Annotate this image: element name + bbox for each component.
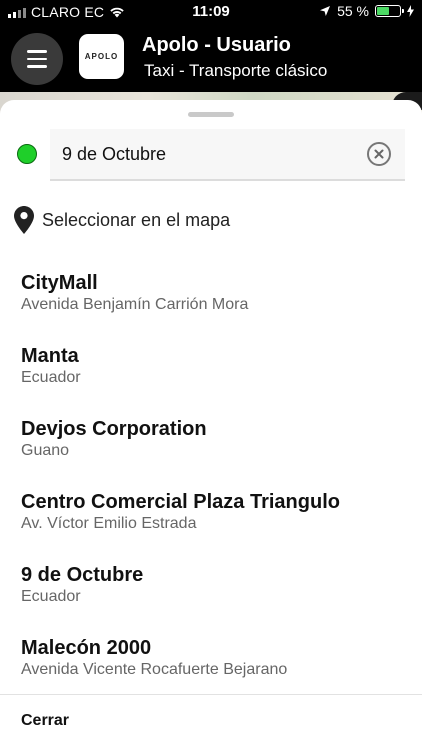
- place-name: Centro Comercial Plaza Triangulo: [21, 491, 340, 513]
- place-address: Ecuador: [21, 369, 81, 386]
- close-button[interactable]: Cerrar: [21, 712, 69, 730]
- divider: [0, 694, 422, 695]
- place-name: CityMall: [21, 272, 98, 294]
- battery-icon: [375, 5, 404, 17]
- app-title: Apolo - Usuario: [142, 34, 291, 56]
- clear-search-button[interactable]: [367, 142, 391, 166]
- list-item[interactable]: CityMall Avenida Benjamín Carrión Mora: [0, 271, 422, 344]
- battery-level: [377, 7, 389, 15]
- battery-percent: 55 %: [337, 3, 369, 19]
- select-on-map-button[interactable]: Seleccionar en el mapa: [14, 206, 230, 234]
- place-name: Malecón 2000: [21, 637, 152, 659]
- status-bar: CLARO EC 11:09 55 %: [0, 0, 422, 24]
- list-item[interactable]: Manta Ecuador: [0, 344, 422, 417]
- place-address: Avenida Benjamín Carrión Mora: [21, 296, 249, 313]
- menu-button[interactable]: [11, 33, 63, 85]
- search-box[interactable]: [50, 129, 405, 181]
- origin-dot-icon: [17, 144, 37, 164]
- search-results-list: CityMall Avenida Benjamín Carrión Mora M…: [0, 271, 422, 709]
- location-arrow-icon: [320, 6, 331, 16]
- list-item[interactable]: Malecón 2000 Avenida Vicente Rocafuerte …: [0, 636, 422, 709]
- place-address: Av. Víctor Emilio Estrada: [21, 515, 197, 532]
- app-logo: APOLO: [79, 34, 124, 79]
- place-name: Manta: [21, 345, 79, 367]
- place-name: Devjos Corporation: [21, 418, 207, 440]
- app-header: APOLO Apolo - Usuario Taxi - Transporte …: [0, 24, 422, 94]
- clear-icon: [374, 149, 384, 159]
- destination-search-sheet: Seleccionar en el mapa CityMall Avenida …: [0, 100, 422, 750]
- list-item[interactable]: Centro Comercial Plaza Triangulo Av. Víc…: [0, 490, 422, 563]
- list-item[interactable]: 9 de Octubre Ecuador: [0, 563, 422, 636]
- map-pin-icon: [14, 206, 34, 234]
- service-subtitle: Taxi - Transporte clásico: [144, 61, 328, 80]
- select-on-map-label: Seleccionar en el mapa: [42, 209, 231, 230]
- place-address: Avenida Vicente Rocafuerte Bejarano: [21, 661, 288, 678]
- place-address: Guano: [21, 442, 70, 459]
- place-address: Ecuador: [21, 588, 81, 605]
- list-item[interactable]: Devjos Corporation Guano: [0, 417, 422, 490]
- charging-bolt-icon: [407, 5, 414, 17]
- destination-search-input[interactable]: [62, 129, 352, 179]
- hamburger-menu-icon: [27, 50, 47, 53]
- sheet-drag-handle[interactable]: [188, 112, 234, 117]
- place-name: 9 de Octubre: [21, 564, 144, 586]
- logo-text: APOLO: [84, 52, 119, 61]
